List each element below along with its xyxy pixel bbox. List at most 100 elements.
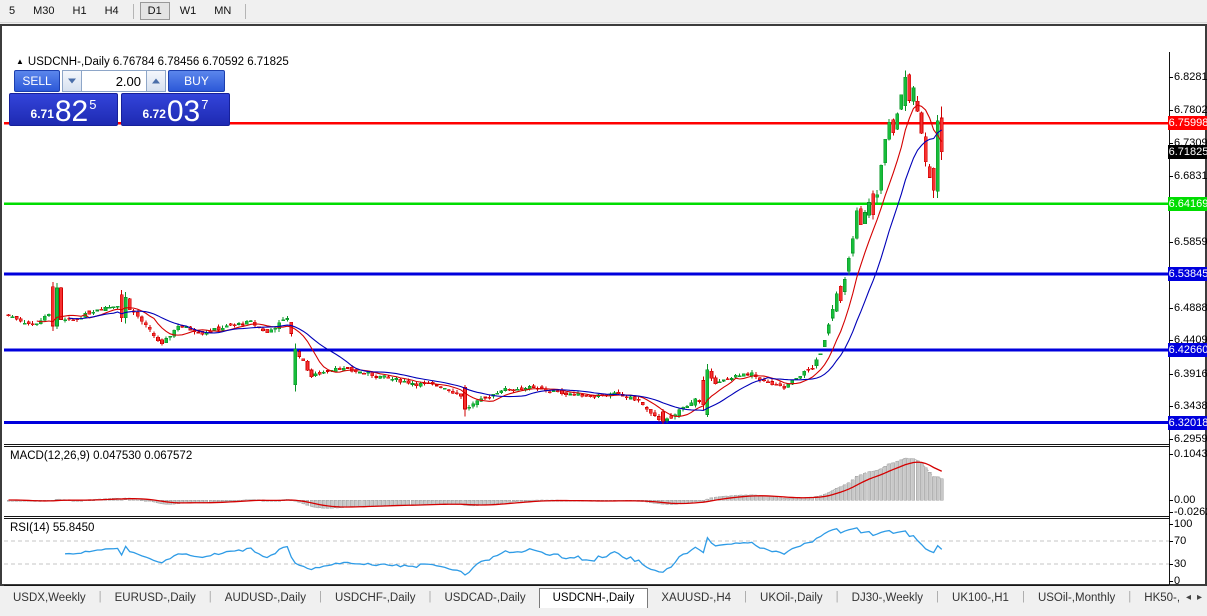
candle-body [451,390,455,394]
axis-tick [1169,373,1173,375]
candle-body [697,399,702,402]
macd-histogram-bar [887,463,891,501]
candle-body [887,121,892,140]
candle-body [346,367,350,369]
candle-body [135,312,140,317]
sell-price-display[interactable]: 6.71 82 5 [9,93,118,127]
candle-body [717,381,722,383]
macd-histogram-bar [927,471,932,501]
candle-body [499,390,504,393]
rsi-line [65,527,943,576]
candle-body [899,94,904,110]
candle-body [875,194,879,198]
macd-histogram-bar [923,467,928,501]
lot-increase-button[interactable] [146,70,166,92]
macd-histogram-bar [410,499,415,506]
timeframe-button-w1[interactable]: W1 [172,2,205,20]
timeframe-button-h1[interactable]: H1 [65,2,95,20]
candle-body [713,377,718,385]
price-axis-label: 6.78025 [1174,103,1207,116]
candle-body [483,396,488,399]
candle-body [628,396,633,400]
collapse-panel-icon[interactable]: ▲ [16,57,24,66]
price-axis-label: 6.58595 [1174,235,1207,248]
candle-body [459,393,463,397]
candle-body [927,166,932,178]
macd-histogram-bar [366,499,370,507]
candle-body [798,376,803,379]
sell-button[interactable]: SELL [14,70,60,92]
chart-tab-usdchf-daily[interactable]: USDCHF-,Daily [322,588,429,607]
candle-body [770,381,774,386]
macd-histogram-bar [439,499,443,505]
pane-divider [4,444,1169,445]
chart-tab-ukoil-daily[interactable]: UKOil-,Daily [747,588,836,607]
one-click-trading-panel: SELL BUY 6.71 82 5 6.72 03 7 [9,70,230,127]
price-chart-canvas[interactable] [4,52,1169,585]
chart-tab-dj30-weekly[interactable]: DJ30-,Weekly [839,588,936,607]
rsi-axis-label: 70 [1174,535,1187,547]
candle-body [588,395,593,398]
lot-size-input[interactable] [82,70,146,92]
triangle-down-icon [68,78,76,84]
candle-body [640,402,645,405]
timeframe-button-mn[interactable]: MN [206,2,239,20]
timeframe-button-m30[interactable]: M30 [25,2,62,20]
macd-indicator-label: MACD(12,26,9) 0.047530 0.067572 [10,450,193,462]
candle-body [297,351,302,357]
chart-tab-xauusd-h4[interactable]: XAUUSD-,H4 [648,588,744,607]
candle-body [301,358,306,361]
level-price-badge: 6.32018 [1168,415,1207,430]
chart-tab-usdx-weekly[interactable]: USDX,Weekly [0,588,99,607]
trading-terminal: 5 M30 H1 H4 D1 W1 MN ▲ USDCNH-,Daily 6.76784 6.… [0,0,1207,616]
candle-body [196,331,201,334]
macd-histogram-bar [370,499,374,507]
macd-histogram-bar [867,471,871,501]
buy-button[interactable]: BUY [168,70,225,92]
chart-tab-usoil-monthly[interactable]: USOil-,Monthly [1025,588,1128,607]
candle-body [317,372,322,375]
candle-body [273,327,277,330]
macd-main-line [8,457,942,509]
candle-body [653,412,657,416]
tab-scroll-buttons: ◂ ▸ [1178,592,1205,603]
candle-body [794,377,799,380]
timeframe-button-5[interactable]: 5 [1,2,23,20]
macd-histogram-bar [447,499,451,505]
tab-scroll-left-icon[interactable]: ◂ [1186,592,1191,603]
buy-price-display[interactable]: 6.72 03 7 [121,93,230,127]
timeframe-button-d1[interactable]: D1 [139,2,170,20]
candle-body [471,403,475,407]
candle-body [838,285,843,302]
macd-histogram-bar [863,472,867,501]
rsi-axis-label: 100 [1174,517,1193,530]
price-axis[interactable]: 6.828106.780256.730956.683106.635256.585… [1168,50,1207,590]
timeframe-button-h4[interactable]: H4 [97,2,127,20]
chart-tab-uk100-h1[interactable]: UK100-,H1 [939,588,1022,607]
tab-scroll-right-icon[interactable]: ▸ [1197,592,1202,603]
candle-body [224,325,229,328]
chart-tab-usdcnh-daily[interactable]: USDCNH-,Daily [538,588,649,608]
candle-body [438,386,443,389]
candle-body [871,193,875,216]
candle-body [293,348,298,385]
candle-body [107,306,112,309]
candle-body [729,378,734,380]
candle-body [645,407,649,410]
candle-body [333,367,338,372]
chart-tab-usdcad-daily[interactable]: USDCAD-,Daily [431,588,538,607]
candle-body [931,167,936,191]
axis-tick [1169,581,1173,583]
candle-body [806,368,811,371]
candle-body [402,380,407,383]
lot-decrease-button[interactable] [62,70,82,92]
macd-histogram-bar [321,499,326,509]
chart-tab-eurusd-daily[interactable]: EURUSD-,Daily [102,588,209,607]
toolbar-separator [245,3,247,19]
candle-body [733,374,738,378]
candle-body [168,335,172,338]
chart-tab-audusd-daily[interactable]: AUDUSD-,Daily [212,588,319,607]
candle-body [851,238,855,254]
rsi-indicator-label: RSI(14) 55.8450 [10,522,95,534]
axis-tick [1169,500,1173,501]
